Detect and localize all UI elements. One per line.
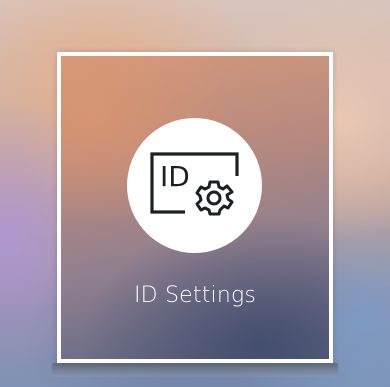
id-settings-icon: ID: [127, 118, 262, 253]
tile-label: ID Settings: [133, 283, 257, 308]
tv-menu-screen: ID ID Settings: [0, 0, 390, 387]
id-letters: ID: [160, 160, 190, 193]
tile-reflection: [52, 363, 338, 377]
id-card-gear-icon: ID: [150, 152, 239, 216]
